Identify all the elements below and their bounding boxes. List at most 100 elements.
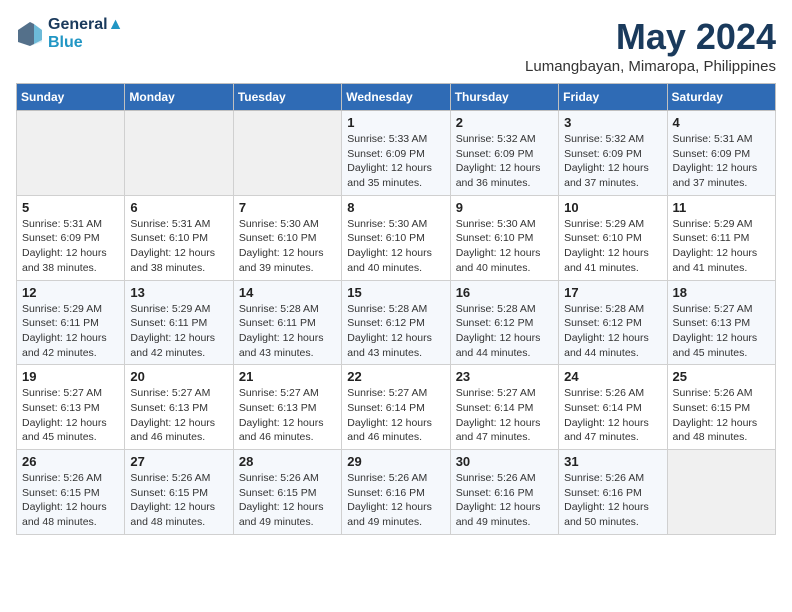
day-number: 25 bbox=[673, 369, 770, 384]
day-info: Sunrise: 5:27 AM Sunset: 6:13 PM Dayligh… bbox=[239, 386, 336, 445]
day-info: Sunrise: 5:30 AM Sunset: 6:10 PM Dayligh… bbox=[456, 217, 553, 276]
calendar-cell: 15Sunrise: 5:28 AM Sunset: 6:12 PM Dayli… bbox=[342, 280, 450, 365]
calendar-cell: 20 Sunrise: 5:27 AM Sunset: 6:13 PM Dayli… bbox=[125, 365, 233, 450]
day-number: 2 bbox=[456, 115, 553, 130]
calendar-cell bbox=[17, 111, 125, 196]
calendar-cell: 6 Sunrise: 5:31 AM Sunset: 6:10 PM Daylig… bbox=[125, 195, 233, 280]
day-number: 31 bbox=[564, 454, 661, 469]
calendar-cell: 4Sunrise: 5:31 AM Sunset: 6:09 PM Daylig… bbox=[667, 111, 775, 196]
page-header: General▲ Blue May 2024 Lumangbayan, Mima… bbox=[16, 16, 776, 75]
weekday-header-wednesday: Wednesday bbox=[342, 84, 450, 111]
calendar-week-row: 1 Sunrise: 5:33 AM Sunset: 6:09 PM Daylig… bbox=[17, 111, 776, 196]
logo-text: General▲ Blue bbox=[48, 16, 123, 52]
calendar-cell: 29 Sunrise: 5:26 AM Sunset: 6:16 PM Dayli… bbox=[342, 450, 450, 535]
day-number: 18 bbox=[673, 285, 770, 300]
day-info: Sunrise: 5:27 AM Sunset: 6:14 PM Dayligh… bbox=[347, 386, 444, 445]
day-info: Sunrise: 5:30 AM Sunset: 6:10 PM Dayligh… bbox=[239, 217, 336, 276]
day-info: Sunrise: 5:26 AM Sunset: 6:16 PM Dayligh… bbox=[564, 471, 661, 530]
day-info: Sunrise: 5:28 AM Sunset: 6:12 PM Dayligh… bbox=[564, 302, 661, 361]
day-info: Sunrise: 5:28 AM Sunset: 6:12 PM Dayligh… bbox=[347, 302, 444, 361]
day-number: 8 bbox=[347, 200, 444, 215]
calendar-week-row: 26 Sunrise: 5:26 AM Sunset: 6:15 PM Dayli… bbox=[17, 450, 776, 535]
day-number: 9 bbox=[456, 200, 553, 215]
day-info: Sunrise: 5:26 AM Sunset: 6:16 PM Dayligh… bbox=[347, 471, 444, 530]
day-number: 3 bbox=[564, 115, 661, 130]
weekday-header-tuesday: Tuesday bbox=[233, 84, 341, 111]
day-info: Sunrise: 5:31 AM Sunset: 6:09 PM Dayligh… bbox=[22, 217, 119, 276]
day-info: Sunrise: 5:31 AM Sunset: 6:10 PM Dayligh… bbox=[130, 217, 227, 276]
day-info: Sunrise: 5:26 AM Sunset: 6:15 PM Dayligh… bbox=[130, 471, 227, 530]
day-info: Sunrise: 5:29 AM Sunset: 6:10 PM Dayligh… bbox=[564, 217, 661, 276]
day-info: Sunrise: 5:26 AM Sunset: 6:15 PM Dayligh… bbox=[239, 471, 336, 530]
calendar-cell: 12 Sunrise: 5:29 AM Sunset: 6:11 PM Dayli… bbox=[17, 280, 125, 365]
month-title: May 2024 bbox=[525, 16, 776, 58]
calendar-cell: 23Sunrise: 5:27 AM Sunset: 6:14 PM Dayli… bbox=[450, 365, 558, 450]
calendar-cell: 2Sunrise: 5:32 AM Sunset: 6:09 PM Daylig… bbox=[450, 111, 558, 196]
calendar-cell bbox=[125, 111, 233, 196]
calendar-cell: 14 Sunrise: 5:28 AM Sunset: 6:11 PM Dayli… bbox=[233, 280, 341, 365]
calendar-table: SundayMondayTuesdayWednesdayThursdayFrid… bbox=[16, 83, 776, 535]
calendar-week-row: 5 Sunrise: 5:31 AM Sunset: 6:09 PM Daylig… bbox=[17, 195, 776, 280]
calendar-cell: 7 Sunrise: 5:30 AM Sunset: 6:10 PM Daylig… bbox=[233, 195, 341, 280]
calendar-cell: 18 Sunrise: 5:27 AM Sunset: 6:13 PM Dayli… bbox=[667, 280, 775, 365]
day-info: Sunrise: 5:26 AM Sunset: 6:15 PM Dayligh… bbox=[673, 386, 770, 445]
day-number: 7 bbox=[239, 200, 336, 215]
calendar-cell: 28 Sunrise: 5:26 AM Sunset: 6:15 PM Dayli… bbox=[233, 450, 341, 535]
day-info: Sunrise: 5:27 AM Sunset: 6:13 PM Dayligh… bbox=[673, 302, 770, 361]
logo-icon bbox=[16, 20, 44, 48]
day-number: 20 bbox=[130, 369, 227, 384]
calendar-cell: 13Sunrise: 5:29 AM Sunset: 6:11 PM Dayli… bbox=[125, 280, 233, 365]
day-number: 24 bbox=[564, 369, 661, 384]
day-info: Sunrise: 5:28 AM Sunset: 6:11 PM Dayligh… bbox=[239, 302, 336, 361]
calendar-week-row: 12 Sunrise: 5:29 AM Sunset: 6:11 PM Dayli… bbox=[17, 280, 776, 365]
day-number: 27 bbox=[130, 454, 227, 469]
calendar-cell: 10 Sunrise: 5:29 AM Sunset: 6:10 PM Dayli… bbox=[559, 195, 667, 280]
calendar-cell: 11 Sunrise: 5:29 AM Sunset: 6:11 PM Dayli… bbox=[667, 195, 775, 280]
calendar-cell bbox=[667, 450, 775, 535]
day-number: 10 bbox=[564, 200, 661, 215]
day-info: Sunrise: 5:33 AM Sunset: 6:09 PM Dayligh… bbox=[347, 132, 444, 191]
day-info: Sunrise: 5:26 AM Sunset: 6:15 PM Dayligh… bbox=[22, 471, 119, 530]
day-number: 26 bbox=[22, 454, 119, 469]
calendar-cell: 1 Sunrise: 5:33 AM Sunset: 6:09 PM Daylig… bbox=[342, 111, 450, 196]
calendar-cell: 24Sunrise: 5:26 AM Sunset: 6:14 PM Dayli… bbox=[559, 365, 667, 450]
weekday-header-friday: Friday bbox=[559, 84, 667, 111]
weekday-header-sunday: Sunday bbox=[17, 84, 125, 111]
day-number: 5 bbox=[22, 200, 119, 215]
day-number: 11 bbox=[673, 200, 770, 215]
weekday-header-row: SundayMondayTuesdayWednesdayThursdayFrid… bbox=[17, 84, 776, 111]
day-info: Sunrise: 5:27 AM Sunset: 6:13 PM Dayligh… bbox=[22, 386, 119, 445]
calendar-cell: 30Sunrise: 5:26 AM Sunset: 6:16 PM Dayli… bbox=[450, 450, 558, 535]
day-number: 19 bbox=[22, 369, 119, 384]
day-number: 23 bbox=[456, 369, 553, 384]
weekday-header-saturday: Saturday bbox=[667, 84, 775, 111]
day-number: 29 bbox=[347, 454, 444, 469]
day-info: Sunrise: 5:29 AM Sunset: 6:11 PM Dayligh… bbox=[22, 302, 119, 361]
day-number: 4 bbox=[673, 115, 770, 130]
day-info: Sunrise: 5:30 AM Sunset: 6:10 PM Dayligh… bbox=[347, 217, 444, 276]
day-info: Sunrise: 5:29 AM Sunset: 6:11 PM Dayligh… bbox=[673, 217, 770, 276]
calendar-cell: 31 Sunrise: 5:26 AM Sunset: 6:16 PM Dayli… bbox=[559, 450, 667, 535]
day-number: 14 bbox=[239, 285, 336, 300]
calendar-cell: 17Sunrise: 5:28 AM Sunset: 6:12 PM Dayli… bbox=[559, 280, 667, 365]
day-number: 12 bbox=[22, 285, 119, 300]
day-info: Sunrise: 5:32 AM Sunset: 6:09 PM Dayligh… bbox=[564, 132, 661, 191]
calendar-cell: 21 Sunrise: 5:27 AM Sunset: 6:13 PM Dayli… bbox=[233, 365, 341, 450]
calendar-cell: 22 Sunrise: 5:27 AM Sunset: 6:14 PM Dayli… bbox=[342, 365, 450, 450]
day-number: 28 bbox=[239, 454, 336, 469]
day-info: Sunrise: 5:27 AM Sunset: 6:13 PM Dayligh… bbox=[130, 386, 227, 445]
day-number: 6 bbox=[130, 200, 227, 215]
calendar-cell: 5 Sunrise: 5:31 AM Sunset: 6:09 PM Daylig… bbox=[17, 195, 125, 280]
logo: General▲ Blue bbox=[16, 16, 123, 52]
calendar-cell: 25 Sunrise: 5:26 AM Sunset: 6:15 PM Dayli… bbox=[667, 365, 775, 450]
calendar-cell bbox=[233, 111, 341, 196]
title-block: May 2024 Lumangbayan, Mimaropa, Philippi… bbox=[525, 16, 776, 75]
day-number: 1 bbox=[347, 115, 444, 130]
calendar-week-row: 19 Sunrise: 5:27 AM Sunset: 6:13 PM Dayli… bbox=[17, 365, 776, 450]
day-number: 21 bbox=[239, 369, 336, 384]
day-number: 22 bbox=[347, 369, 444, 384]
day-number: 13 bbox=[130, 285, 227, 300]
weekday-header-monday: Monday bbox=[125, 84, 233, 111]
day-number: 30 bbox=[456, 454, 553, 469]
day-number: 16 bbox=[456, 285, 553, 300]
